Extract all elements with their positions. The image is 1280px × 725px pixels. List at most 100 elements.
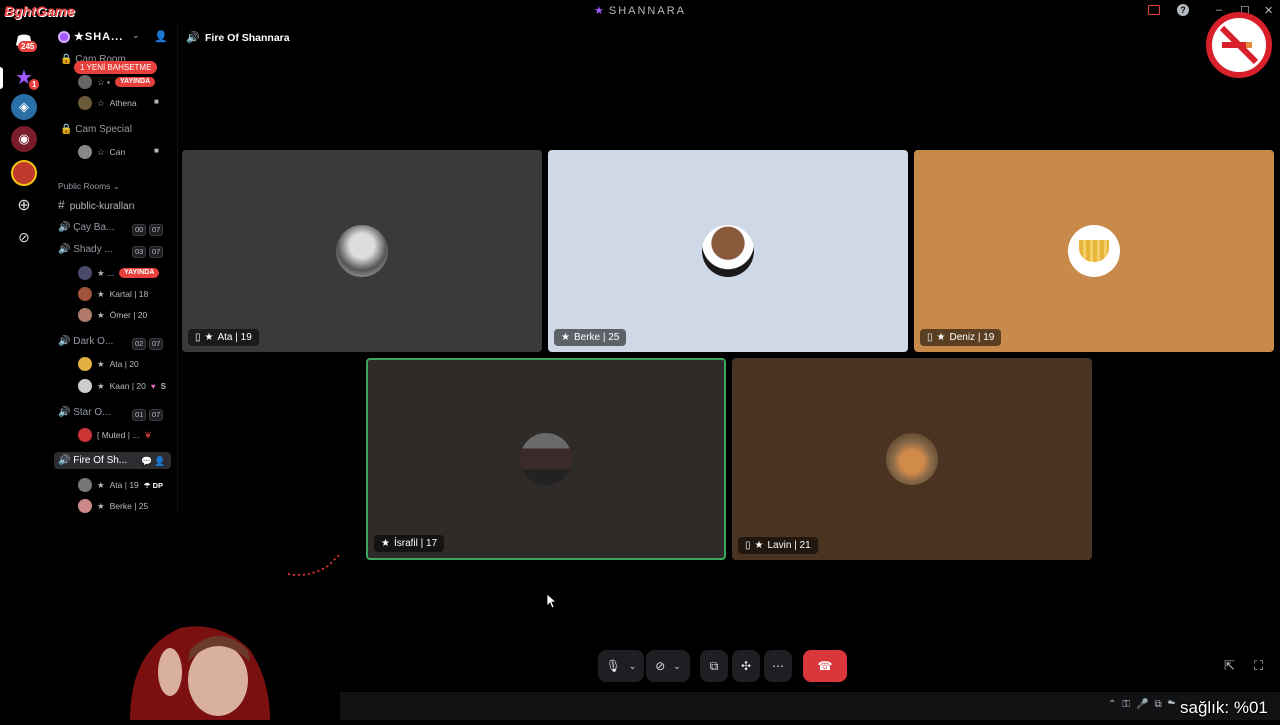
avatar <box>78 308 92 322</box>
popout-icon[interactable]: ⇱ <box>1224 658 1235 674</box>
mention-pill[interactable]: 1 YENİ BAHSETME <box>74 61 158 74</box>
user-name: ★ ... <box>97 267 115 278</box>
video-tile[interactable]: ▯ ★ Deniz | 19 <box>914 150 1274 352</box>
star-icon: ★ <box>594 5 606 17</box>
dp-tag-text: DP <box>152 480 164 490</box>
camera-off-icon: ⊘ <box>655 659 666 673</box>
mobile-icon: ▯ <box>927 332 933 343</box>
tile-label-text: Berke | 25 <box>573 332 620 343</box>
more-icon: ⋯ <box>772 659 784 673</box>
channel-label: Cam Special <box>75 124 132 135</box>
s-icon: S <box>160 381 166 391</box>
video-tile-speaking[interactable]: ★ İsrafil | 17 <box>366 358 726 560</box>
screen-share-icon[interactable] <box>1148 5 1160 15</box>
video-tile[interactable]: ▯ ★ Ata | 19 <box>182 150 542 352</box>
channel-shady[interactable]: 🔊 Shady ... <box>58 244 113 255</box>
user-count: 01 <box>132 409 147 421</box>
user-count: 02 <box>132 338 147 350</box>
server-blue-icon[interactable]: ◈ <box>11 94 37 120</box>
close-button[interactable]: ✕ <box>1264 4 1273 17</box>
tile-label: ★ İsrafil | 17 <box>374 535 445 552</box>
server-orange-icon[interactable] <box>11 160 37 186</box>
chevron-down-icon[interactable]: ⌄ <box>673 661 681 672</box>
avatar <box>78 379 92 393</box>
fullscreen-icon[interactable]: ⛶ <box>1254 658 1263 674</box>
share-screen-icon: ⧉ <box>709 658 719 673</box>
avatar <box>78 266 92 280</box>
channel-label: Fire Of Sh... <box>73 455 128 466</box>
category-label: Public Rooms <box>58 181 111 191</box>
video-tile[interactable]: ▯ ★ Lavin | 21 <box>732 358 1092 560</box>
speaker-icon: 🔊 <box>58 455 71 466</box>
microphone-control[interactable]: 🎙 ⌄ <box>598 650 644 682</box>
taskbar: ⌃⚿🎤⧉☁ <box>340 692 1280 720</box>
chat-icon[interactable]: 💬 <box>141 456 152 467</box>
camera-icon: ■ <box>154 97 159 106</box>
tile-label: ▯ ★ Lavin | 21 <box>738 537 818 554</box>
channel-cay-bahcesi[interactable]: 🔊 Çay Ba... <box>58 222 114 233</box>
voice-user[interactable]: ★ Kartal | 18 <box>78 287 148 301</box>
channel-star[interactable]: 🔊 Star O... <box>58 407 110 418</box>
voice-user[interactable]: ★ Berke | 25 <box>78 499 148 513</box>
voice-user[interactable]: ☆ Can <box>78 145 125 159</box>
channel-label: Shady ... <box>73 244 113 255</box>
dp-tag: ☂ DP <box>143 480 164 490</box>
server-rail: 245 ★ 1 ◈ ◉ ⊕ ⊘ <box>0 22 50 520</box>
voice-user[interactable]: ★ Ömer | 20 <box>78 308 147 322</box>
voice-user[interactable]: [ Muted | ... ❦ <box>78 428 152 442</box>
avatar <box>78 499 92 513</box>
hang-up-icon: ☎ <box>817 659 833 673</box>
channel-public-kurallari[interactable]: # public-kuralları <box>58 198 135 212</box>
invite-icon[interactable]: 👤 <box>154 456 165 467</box>
voice-user[interactable]: ★ Kaan | 20 ♥ S <box>78 379 166 393</box>
camera-control[interactable]: ⊘ ⌄ <box>646 650 690 682</box>
channel-label: Star O... <box>73 407 111 418</box>
share-screen-button[interactable]: ⧉ <box>700 650 728 682</box>
speaker-icon: 🔊 <box>186 32 200 44</box>
lock-icon: 🔒 <box>60 124 73 135</box>
channel-header: 🔊 Fire Of Shannara <box>178 22 1280 54</box>
video-tile[interactable]: ★ Berke | 25 <box>548 150 908 352</box>
end-call-button[interactable]: ☎ <box>803 650 847 682</box>
voice-user[interactable]: ☆ Athena <box>78 96 137 110</box>
minimize-button[interactable]: – <box>1216 4 1222 16</box>
user-name: Kaan | 20 <box>109 381 146 391</box>
help-icon[interactable]: ? <box>1177 4 1189 16</box>
channel-cam-special[interactable]: 🔒 Cam Special <box>60 124 132 135</box>
tile-label: ▯ ★ Ata | 19 <box>188 329 259 346</box>
add-member-icon[interactable]: 👤 <box>154 30 168 43</box>
add-server-icon[interactable]: ⊕ <box>11 192 37 218</box>
voice-user[interactable]: ★ Ata | 20 <box>78 357 139 371</box>
activities-icon: ✣ <box>740 659 752 673</box>
chevron-down-icon[interactable]: ⌄ <box>132 30 140 41</box>
voice-user[interactable]: ☆ ▪ YAYINDA <box>78 75 156 89</box>
tile-label-text: Lavin | 21 <box>767 540 811 551</box>
title-bar: BghtGame ★ SHANNARA ? – ☐ ✕ <box>0 0 1280 22</box>
user-name: Can <box>109 147 126 157</box>
server-name[interactable]: ★SHA... <box>74 30 123 43</box>
live-badge: YAYINDA <box>119 268 160 278</box>
voice-user[interactable]: ★ Ata | 19 ☂ DP <box>78 478 163 492</box>
channel-sidebar: ★SHA... ⌄ 👤 🔒 Cam Room 1 YENİ BAHSETME ☆… <box>50 22 178 514</box>
user-name: Ata | 20 <box>109 359 139 369</box>
health-overlay-text: sağlık: %01 <box>1180 698 1268 717</box>
user-name: Ata | 19 <box>109 480 139 490</box>
avatar <box>336 225 388 277</box>
server-red-icon[interactable]: ◉ <box>11 126 37 152</box>
tile-label-text: İsrafil | 17 <box>393 538 438 549</box>
avatar <box>78 75 92 89</box>
more-button[interactable]: ⋯ <box>764 650 792 682</box>
tile-label: ▯ ★ Deniz | 19 <box>920 329 1002 346</box>
discover-icon[interactable]: ⊘ <box>11 224 37 250</box>
chevron-down-icon[interactable]: ⌄ <box>629 661 637 672</box>
voice-user[interactable]: ★ ... YAYINDA <box>78 266 160 280</box>
mobile-icon: ▯ <box>745 540 751 551</box>
tray-icons: ⌃⚿🎤⧉☁ <box>1108 699 1182 710</box>
channel-dark[interactable]: 🔊 Dark O... <box>58 336 113 347</box>
speaker-icon: 🔊 <box>58 222 71 233</box>
channel-label: Dark O... <box>73 336 114 347</box>
activities-button[interactable]: ✣ <box>732 650 760 682</box>
server-indicator <box>0 67 3 89</box>
category-public-rooms[interactable]: Public Rooms ⌄ <box>58 181 120 192</box>
user-name: ☆ ▪ <box>97 76 110 87</box>
